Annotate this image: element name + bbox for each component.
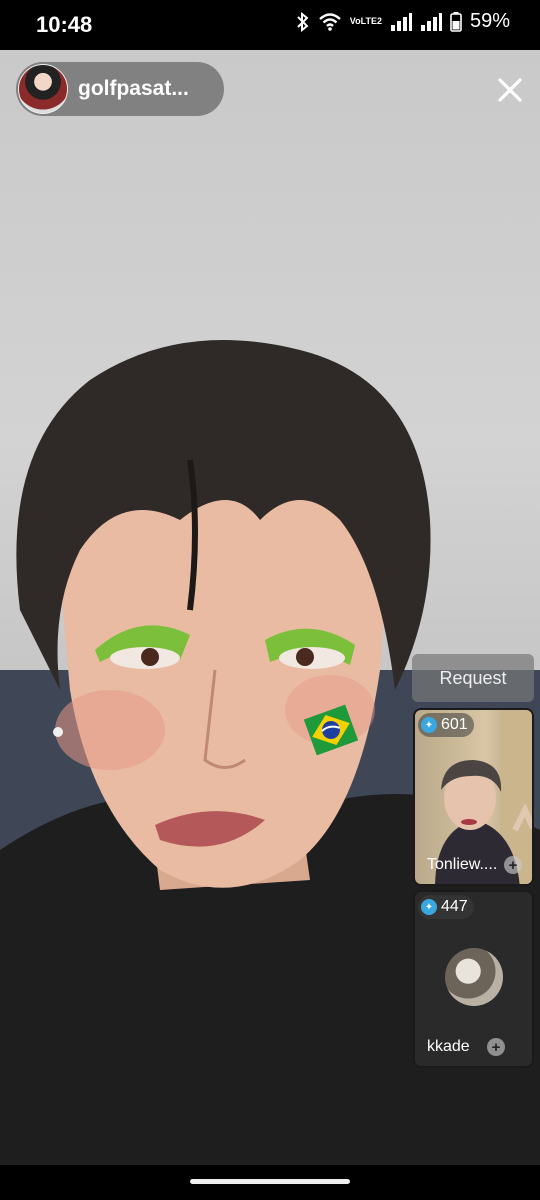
guest-name-2: kkade [427, 1038, 470, 1055]
status-time: 10:48 [36, 12, 93, 37]
home-indicator[interactable] [190, 1179, 350, 1184]
guest-add-button-2[interactable]: + [487, 1038, 505, 1056]
status-bar: 10:48 VoLTE2 59% [0, 0, 540, 50]
host-username[interactable]: golfpasat... [78, 77, 189, 101]
status-icons: VoLTE2 59% [296, 10, 510, 33]
navigation-bar [0, 1165, 540, 1200]
request-button[interactable]: Request [412, 654, 534, 702]
guest-count-1: 601 [441, 716, 468, 733]
guest-card-1[interactable]: ✦ 601 Tonliew.... + [413, 708, 534, 886]
close-icon [498, 78, 522, 102]
guest-badge-1: ✦ 601 [418, 713, 474, 737]
guest-card-2[interactable]: ✦ 447 kkade + [413, 890, 534, 1068]
host-avatar[interactable] [18, 64, 68, 114]
bluetooth-icon [296, 11, 310, 32]
guest-name-1: Tonliew.... [427, 856, 498, 873]
close-button[interactable] [492, 72, 528, 108]
volte-icon: VoLTE2 [349, 16, 382, 26]
wifi-icon [318, 12, 342, 32]
signal-icon-1 [390, 12, 412, 31]
signal-icon-2 [420, 12, 442, 31]
guest-avatar-2[interactable] [445, 948, 503, 1006]
guest-badge-2: ✦ 447 [418, 895, 474, 919]
live-stream-screen: 10:48 VoLTE2 59% golfpasat... Request ✦ … [0, 0, 540, 1200]
host-profile-pill[interactable]: golfpasat... [16, 62, 224, 116]
guest-add-button-1[interactable]: + [504, 856, 522, 874]
battery-percent: 59% [469, 10, 510, 32]
star-badge-icon: ✦ [421, 717, 437, 733]
battery-icon [450, 11, 462, 32]
guest-count-2: 447 [441, 898, 468, 915]
star-badge-icon: ✦ [421, 899, 437, 915]
